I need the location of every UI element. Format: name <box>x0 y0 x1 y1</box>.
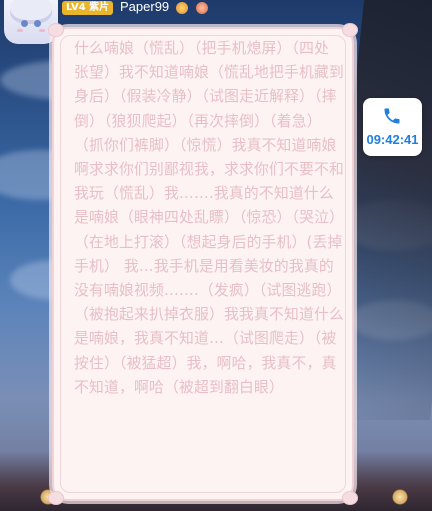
message-text: 什么喃娘（慌乱）（把手机熄屏）（四处张望）我不知道喃娘（慌乱地把手机藏到身后）（… <box>74 40 344 396</box>
message-bubble[interactable]: 什么喃娘（慌乱）（把手机熄屏）（四处张望）我不知道喃娘（慌乱地把手机藏到身后）（… <box>48 23 358 505</box>
bubble-corner-decoration <box>48 491 64 505</box>
emoji-icon <box>176 2 188 14</box>
avatar[interactable] <box>4 0 58 44</box>
call-timer-widget[interactable]: 09:42:41 <box>363 98 422 156</box>
level-badge: LV4 紫片 <box>62 1 114 15</box>
emoji-icon <box>196 2 208 14</box>
bubble-corner-decoration <box>48 23 64 37</box>
call-time: 09:42:41 <box>366 132 419 147</box>
bubble-corner-decoration <box>342 491 358 505</box>
bubble-corner-decoration <box>342 23 358 37</box>
sender-name[interactable]: Paper99 <box>120 0 169 15</box>
phone-icon <box>384 108 400 124</box>
